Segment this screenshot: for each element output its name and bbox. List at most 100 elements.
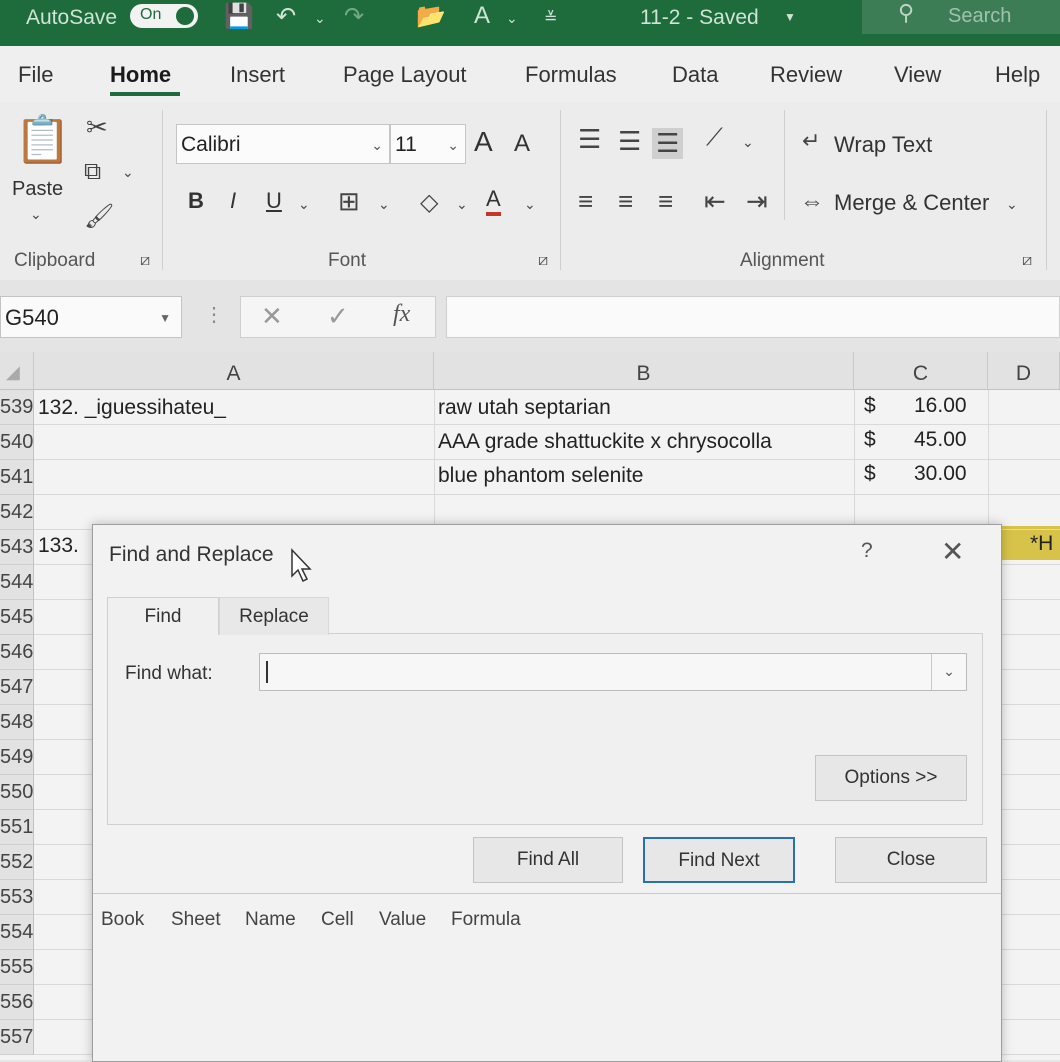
redo-icon[interactable]: ↷ (344, 2, 364, 31)
options-button[interactable]: Options >> (815, 755, 967, 801)
find-next-button[interactable]: Find Next (643, 837, 795, 883)
cell-b540[interactable]: AAA grade shattuckite x chrysocolla (438, 430, 772, 454)
results-header-cell[interactable]: Cell (321, 909, 354, 931)
row-header[interactable]: 549 (0, 740, 34, 775)
tab-page-layout[interactable]: Page Layout (343, 62, 467, 88)
tab-replace[interactable]: Replace (219, 597, 329, 635)
chevron-down-icon[interactable]: ⌄ (931, 654, 966, 690)
cell-a543[interactable]: 133. (38, 534, 79, 558)
merge-dropdown-icon[interactable]: ⌄ (1006, 196, 1018, 213)
orientation-dropdown-icon[interactable]: ⌄ (742, 134, 754, 151)
row-header[interactable]: 554 (0, 915, 34, 950)
underline-dropdown-icon[interactable]: ⌄ (298, 196, 310, 213)
row-header[interactable]: 556 (0, 985, 34, 1020)
select-all-corner[interactable]: ◢ (0, 352, 34, 390)
row-header[interactable]: 550 (0, 775, 34, 810)
results-header-name[interactable]: Name (245, 909, 296, 931)
align-left-icon[interactable]: ≡ (578, 186, 593, 217)
row-header[interactable]: 541 (0, 460, 34, 495)
orientation-icon[interactable]: ⟋ (706, 124, 723, 152)
autosave-toggle[interactable]: On (130, 4, 198, 28)
increase-indent-icon[interactable]: ⇥ (746, 186, 768, 217)
insert-function-icon[interactable]: fx (393, 301, 410, 328)
align-bottom-icon[interactable]: ☰ (652, 128, 684, 159)
font-size-combo[interactable]: 11 ⌄ (390, 124, 466, 164)
row-header[interactable]: 547 (0, 670, 34, 705)
italic-button[interactable]: I (230, 188, 236, 214)
close-icon[interactable]: ✕ (941, 535, 964, 568)
search-box[interactable]: ⚲ Search (862, 0, 1060, 34)
undo-icon[interactable]: ↶ (276, 2, 296, 31)
row-header[interactable]: 543 (0, 530, 34, 565)
alignment-launcher-icon[interactable]: ⧄ (1022, 252, 1032, 270)
help-button[interactable]: ? (861, 539, 873, 563)
font-color-button[interactable]: A (486, 186, 501, 216)
font-color-dropdown-icon[interactable]: ⌄ (506, 10, 518, 27)
row-header[interactable]: 545 (0, 600, 34, 635)
wrap-text-icon[interactable]: ↵ (802, 128, 820, 154)
underline-button[interactable]: U (266, 188, 282, 214)
row-header[interactable]: 539 (0, 390, 34, 425)
results-header-formula[interactable]: Formula (451, 909, 521, 931)
decrease-indent-icon[interactable]: ⇤ (704, 186, 726, 217)
cell-d543[interactable]: *H (1030, 532, 1053, 556)
row-header[interactable]: 546 (0, 635, 34, 670)
merge-center-button[interactable]: Merge & Center (834, 190, 989, 216)
merge-center-icon[interactable]: ⇔ (800, 188, 824, 216)
find-what-input[interactable]: ⌄ (259, 653, 967, 691)
results-header-sheet[interactable]: Sheet (171, 909, 221, 931)
row-header[interactable]: 557 (0, 1020, 34, 1055)
row-header[interactable]: 542 (0, 495, 34, 530)
row-header[interactable]: 553 (0, 880, 34, 915)
font-color-icon[interactable]: A (474, 2, 490, 30)
undo-dropdown-icon[interactable]: ⌄ (314, 10, 326, 27)
customize-toolbar-icon[interactable]: ≚ (544, 8, 557, 28)
font-launcher-icon[interactable]: ⧄ (538, 252, 548, 270)
column-header-b[interactable]: B (434, 352, 854, 390)
font-name-combo[interactable]: Calibri ⌄ (176, 124, 390, 164)
format-painter-icon[interactable]: 🖌 (84, 202, 114, 231)
results-header-value[interactable]: Value (379, 909, 426, 931)
row-header[interactable]: 551 (0, 810, 34, 845)
align-top-icon[interactable]: ☰ (578, 124, 601, 155)
cell-a539[interactable]: 132. _iguessihateu_ (38, 396, 226, 420)
column-header-c[interactable]: C (854, 352, 988, 390)
tab-help[interactable]: Help (995, 62, 1040, 88)
cut-icon[interactable]: ✂ (86, 112, 108, 143)
row-header[interactable]: 540 (0, 425, 34, 460)
paste-dropdown-icon[interactable]: ⌄ (30, 206, 42, 223)
tab-find[interactable]: Find (107, 597, 219, 635)
cancel-icon[interactable]: ✕ (261, 301, 283, 332)
font-color-dropdown-icon[interactable]: ⌄ (524, 196, 536, 213)
row-header[interactable]: 544 (0, 565, 34, 600)
grow-font-button[interactable]: A (474, 126, 493, 158)
enter-icon[interactable]: ✓ (327, 301, 349, 332)
results-header-book[interactable]: Book (101, 909, 144, 931)
formula-bar-grip-icon[interactable]: ⋮ (204, 302, 224, 327)
cell-c541[interactable]: 30.00 (914, 462, 967, 486)
row-header[interactable]: 555 (0, 950, 34, 985)
row-header[interactable]: 548 (0, 705, 34, 740)
row-header[interactable]: 552 (0, 845, 34, 880)
borders-icon[interactable]: ⊞ (338, 186, 360, 217)
cell-b541[interactable]: blue phantom selenite (438, 464, 643, 488)
tab-insert[interactable]: Insert (230, 62, 285, 88)
title-dropdown-icon[interactable]: ▼ (784, 10, 796, 24)
cell-c539[interactable]: 16.00 (914, 394, 967, 418)
align-right-icon[interactable]: ≡ (658, 186, 673, 217)
formula-input[interactable] (446, 296, 1060, 338)
wrap-text-button[interactable]: Wrap Text (834, 132, 932, 158)
tab-file[interactable]: File (18, 62, 53, 88)
shrink-font-button[interactable]: A (514, 130, 530, 158)
cell-c540[interactable]: 45.00 (914, 428, 967, 452)
find-all-button[interactable]: Find All (473, 837, 623, 883)
copy-icon[interactable]: ⧉ (84, 158, 101, 186)
cell-b539[interactable]: raw utah septarian (438, 396, 611, 420)
tab-review[interactable]: Review (770, 62, 842, 88)
fill-color-icon[interactable]: ◇ (420, 188, 438, 217)
paste-button[interactable]: Paste (12, 178, 63, 201)
close-button[interactable]: Close (835, 837, 987, 883)
column-header-d[interactable]: D (988, 352, 1060, 390)
paste-icon[interactable]: 📋 (14, 112, 71, 167)
name-box[interactable]: G540 ▼ (0, 296, 182, 338)
